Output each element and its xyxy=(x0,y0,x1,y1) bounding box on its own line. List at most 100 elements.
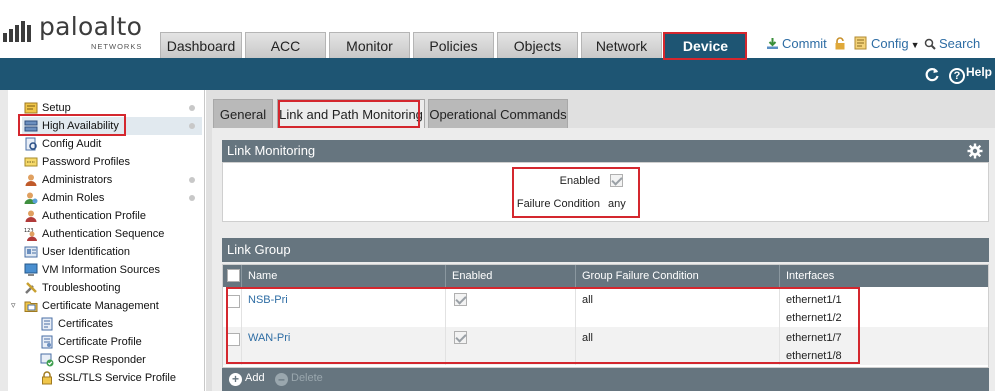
column-header-enabled[interactable]: Enabled xyxy=(446,265,576,287)
sidebar-item-label: VM Information Sources xyxy=(42,264,160,276)
sidebar-item-label: Certificate Management xyxy=(42,300,159,312)
group-failure-condition: all xyxy=(582,294,594,306)
sidebar-item-label: Setup xyxy=(42,102,71,114)
logo-text: paloalto xyxy=(39,12,143,41)
sidebar-item-admin-roles[interactable]: Admin Roles xyxy=(22,189,202,207)
sidebar-item-user-identification[interactable]: User Identification xyxy=(22,243,202,261)
search-link[interactable]: Search xyxy=(924,36,980,51)
refresh-icon[interactable] xyxy=(924,66,940,82)
config-menu[interactable]: Config ▼ xyxy=(854,36,920,51)
link-monitoring-enabled-checkbox[interactable] xyxy=(610,174,623,187)
failure-condition-value[interactable]: any xyxy=(608,198,626,210)
certificates-icon xyxy=(41,317,53,331)
tab-device[interactable]: Device xyxy=(665,32,746,58)
config-icon xyxy=(854,36,867,50)
column-header-interfaces[interactable]: Interfaces xyxy=(780,265,988,287)
tab-acc[interactable]: ACC xyxy=(245,32,326,58)
certificate-profile-icon xyxy=(41,335,53,349)
sidebar-item-vm-information-sources[interactable]: VM Information Sources xyxy=(22,261,202,279)
interface-value: ethernet1/8 xyxy=(786,350,842,362)
link-monitoring-header: Link Monitoring xyxy=(222,140,989,162)
commit-label: Commit xyxy=(782,36,827,51)
help-button[interactable]: ? Help xyxy=(949,65,992,84)
sidebar-item-label: Config Audit xyxy=(42,138,102,150)
sidebar-item-administrators[interactable]: Administrators xyxy=(22,171,202,189)
row-enabled-checkbox xyxy=(454,331,467,344)
column-header-name[interactable]: Name xyxy=(242,265,446,287)
link-monitoring-title: Link Monitoring xyxy=(227,143,316,158)
row-select-checkbox[interactable] xyxy=(227,333,240,346)
tab-general[interactable]: General xyxy=(213,99,273,129)
user-identification-icon xyxy=(24,246,38,258)
sidebar-item-label: Administrators xyxy=(42,174,113,186)
top-header: paloalto NETWORKS Dashboard ACC Monitor … xyxy=(0,0,995,58)
sidebar-item-label: High Availability xyxy=(42,120,119,132)
tab-network[interactable]: Network xyxy=(581,32,662,58)
sidebar-item-label: SSL/TLS Service Profile xyxy=(58,372,176,384)
interface-value: ethernet1/2 xyxy=(786,312,842,324)
row-select-checkbox[interactable] xyxy=(227,295,240,308)
link-group-name[interactable]: NSB-Pri xyxy=(248,294,288,306)
sidebar-item-password-profiles[interactable]: Password Profiles xyxy=(22,153,202,171)
sidebar-item-label: Certificate Profile xyxy=(58,336,142,348)
setup-icon xyxy=(24,102,38,114)
sidebar-item-label: Certificates xyxy=(58,318,114,330)
help-icon: ? xyxy=(949,68,965,84)
row-enabled-checkbox xyxy=(454,293,467,306)
sidebar-item-label: Authentication Sequence xyxy=(42,228,165,240)
sidebar-item-high-availability[interactable]: High Availability xyxy=(22,117,202,135)
sidebar-item-troubleshooting[interactable]: Troubleshooting xyxy=(22,279,202,297)
sidebar-item-label: User Identification xyxy=(42,246,131,258)
link-group-table: Name Enabled Group Failure Condition Int… xyxy=(222,264,989,368)
sidebar-item-ocsp-responder[interactable]: OCSP Responder xyxy=(38,351,202,369)
table-header: Name Enabled Group Failure Condition Int… xyxy=(223,265,988,287)
link-monitoring-body xyxy=(222,162,989,222)
authentication-sequence-icon: 123 xyxy=(24,228,37,241)
commit-link[interactable]: Commit xyxy=(766,36,827,51)
admin-roles-icon xyxy=(24,192,38,204)
table-row[interactable]: NSB-Pri all ethernet1/1 ethernet1/2 xyxy=(223,289,988,327)
sidebar-item-certificate-management[interactable]: Certificate Management xyxy=(22,297,202,315)
expand-twisty-icon[interactable]: ▿ xyxy=(11,300,16,311)
sidebar-item-ssl-tls-service-profile[interactable]: SSL/TLS Service Profile xyxy=(38,369,202,387)
high-availability-icon xyxy=(24,120,38,132)
lock-icon[interactable] xyxy=(834,36,849,51)
paloalto-logo: paloalto NETWORKS xyxy=(2,12,152,54)
minus-icon: – xyxy=(275,373,288,386)
failure-condition-label: Failure Condition xyxy=(516,198,600,210)
tab-monitor[interactable]: Monitor xyxy=(329,32,410,58)
table-row[interactable]: WAN-Pri all ethernet1/7 ethernet1/8 xyxy=(223,327,988,365)
tab-policies[interactable]: Policies xyxy=(413,32,494,58)
add-label: Add xyxy=(245,372,265,384)
sidebar-item-authentication-profile[interactable]: Authentication Profile xyxy=(22,207,202,225)
select-all-cell xyxy=(223,265,242,287)
help-label: Help xyxy=(966,65,993,79)
tab-objects[interactable]: Objects xyxy=(497,32,578,58)
tab-dashboard[interactable]: Dashboard xyxy=(160,32,242,58)
logo-subtext: NETWORKS xyxy=(91,42,143,51)
sidebar-item-certificate-profile[interactable]: Certificate Profile xyxy=(38,333,202,351)
gear-icon[interactable] xyxy=(967,143,983,159)
authentication-profile-icon xyxy=(25,210,37,222)
ssl-tls-service-profile-icon xyxy=(42,371,52,385)
sidebar-item-certificates[interactable]: Certificates xyxy=(38,315,202,333)
delete-button[interactable]: – Delete xyxy=(275,372,323,386)
column-header-group-failure-condition[interactable]: Group Failure Condition xyxy=(576,265,780,287)
toolbar-bar: ? Help xyxy=(0,58,995,90)
vm-information-sources-icon xyxy=(24,263,38,276)
config-audit-icon xyxy=(25,137,37,151)
tab-operational-commands[interactable]: Operational Commands xyxy=(428,99,568,129)
link-group-name[interactable]: WAN-Pri xyxy=(248,332,290,344)
tab-link-and-path-monitoring[interactable]: Link and Path Monitoring xyxy=(277,99,425,129)
status-dot xyxy=(189,177,195,183)
sidebar-item-label: Admin Roles xyxy=(42,192,105,204)
sidebar-item-authentication-sequence[interactable]: 123 Authentication Sequence xyxy=(22,225,202,243)
add-button[interactable]: + Add xyxy=(229,372,265,386)
link-group-title: Link Group xyxy=(227,242,291,257)
group-failure-condition: all xyxy=(582,332,594,344)
select-all-checkbox[interactable] xyxy=(227,269,240,282)
delete-label: Delete xyxy=(291,372,323,384)
sidebar-item-config-audit[interactable]: Config Audit xyxy=(22,135,202,153)
table-footer: + Add – Delete xyxy=(222,368,989,391)
sidebar-item-setup[interactable]: Setup xyxy=(22,99,202,117)
